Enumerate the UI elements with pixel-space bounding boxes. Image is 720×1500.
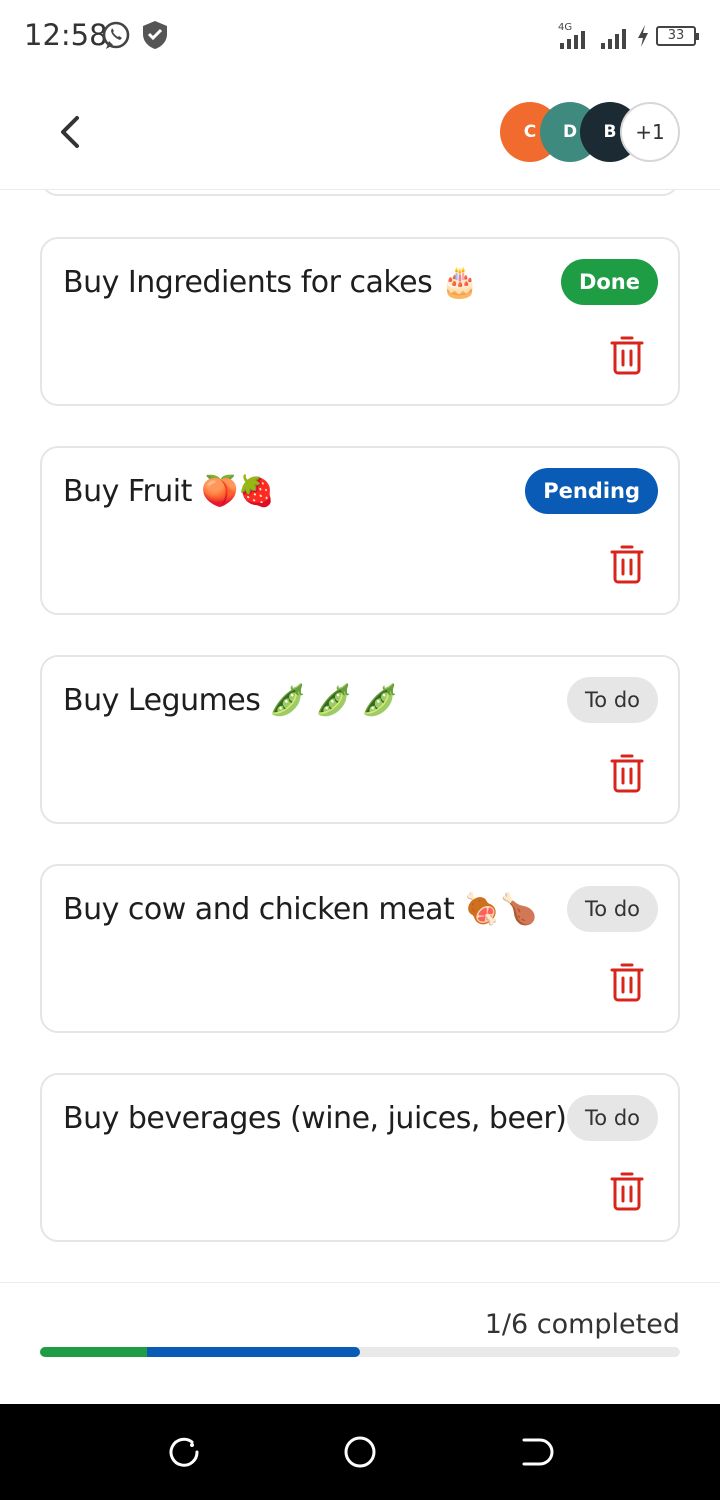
task-title: Buy beverages (wine, juices, beer) 🍻 (63, 1101, 613, 1136)
chevron-left-icon (61, 116, 79, 148)
status-badge[interactable]: To do (567, 1095, 658, 1141)
signal-icon (601, 29, 626, 49)
status-badge[interactable]: Done (560, 259, 658, 305)
whatsapp-icon (102, 21, 130, 49)
more-collaborators-badge[interactable]: +1 (620, 102, 680, 162)
status-bar: 12:58 4G 33 (0, 0, 720, 72)
home-icon[interactable] (342, 1434, 378, 1470)
recent-apps-icon[interactable] (166, 1434, 202, 1470)
task-card[interactable]: Buy cow and chicken meat 🍖🍗 To do (40, 864, 680, 1033)
task-title: Buy cow and chicken meat 🍖🍗 (63, 892, 538, 927)
shield-icon (143, 21, 167, 49)
progress-pending-segment (147, 1347, 360, 1357)
status-badge[interactable]: To do (567, 677, 658, 723)
delete-icon[interactable] (610, 1171, 644, 1211)
delete-icon[interactable] (610, 962, 644, 1002)
delete-icon[interactable] (610, 544, 644, 584)
progress-done-segment (40, 1347, 147, 1357)
task-card[interactable]: Buy beverages (wine, juices, beer) 🍻 To d… (40, 1073, 680, 1242)
task-card-partial[interactable] (40, 190, 680, 196)
battery-icon: 33 (656, 26, 699, 46)
collaborator-avatars[interactable]: C D B +1 (500, 102, 680, 162)
app-header: C D B +1 (0, 72, 720, 190)
progress-label: 1/6 completed (484, 1309, 680, 1340)
signal-4g-icon: 4G (558, 22, 585, 49)
task-title: Buy Legumes 🫛 🫛 🫛 (63, 683, 399, 718)
status-badge[interactable]: To do (567, 886, 658, 932)
status-right: 4G 33 (558, 18, 699, 54)
delete-icon[interactable] (610, 753, 644, 793)
task-card[interactable]: Buy Legumes 🫛 🫛 🫛 To do (40, 655, 680, 824)
system-nav-bar (0, 1404, 720, 1500)
back-nav-icon[interactable] (518, 1434, 554, 1470)
charging-icon (638, 25, 648, 47)
progress-footer: 1/6 completed (0, 1282, 720, 1404)
back-button[interactable] (48, 110, 92, 154)
status-time: 12:58 (24, 18, 108, 52)
task-list[interactable]: Buy Ingredients for cakes 🎂 Done Buy Fruit… (0, 190, 720, 1282)
network-type: 4G (558, 22, 572, 33)
task-title: Buy Fruit 🍑🍓 (63, 474, 275, 509)
delete-icon[interactable] (610, 335, 644, 375)
progress-bar (40, 1347, 680, 1357)
status-badge[interactable]: Pending (525, 468, 658, 514)
task-card[interactable]: Buy Ingredients for cakes 🎂 Done (40, 237, 680, 406)
task-title: Buy Ingredients for cakes 🎂 (63, 265, 479, 300)
task-card[interactable]: Buy Fruit 🍑🍓 Pending (40, 446, 680, 615)
